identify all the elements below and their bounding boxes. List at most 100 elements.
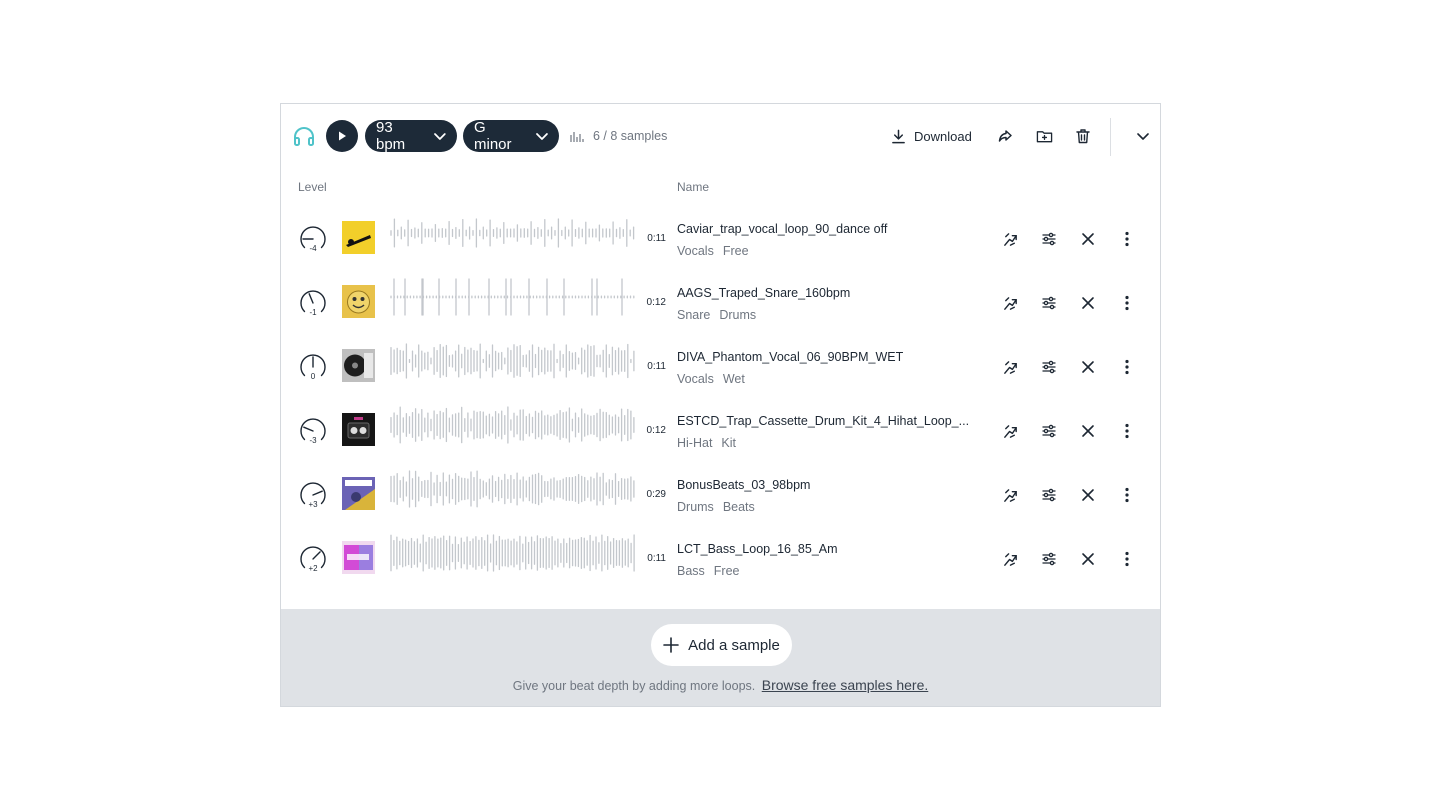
sample-artwork[interactable] — [342, 541, 375, 574]
sample-settings-button[interactable] — [1038, 484, 1060, 506]
sample-tag[interactable]: Snare — [677, 308, 710, 322]
plus-icon — [663, 637, 679, 653]
sample-duration: 0:12 — [646, 425, 666, 436]
add-to-folder-button[interactable] — [1030, 122, 1058, 150]
sample-artwork[interactable] — [342, 413, 375, 446]
sample-stack-panel: 93 bpm G minor 6 / 8 samples Download Le… — [280, 103, 1161, 707]
share-button[interactable] — [991, 122, 1019, 150]
close-icon — [1081, 488, 1095, 502]
play-icon — [339, 131, 346, 141]
sample-tag[interactable]: Free — [714, 564, 740, 578]
sample-artwork[interactable] — [342, 477, 375, 510]
more-options-button[interactable] — [1116, 228, 1138, 250]
find-similar-button[interactable] — [999, 292, 1021, 314]
sample-row[interactable]: 0 0:11 DIVA_Phantom_Vocal_06_90BPM_WET V… — [281, 335, 1160, 399]
find-similar-button[interactable] — [999, 548, 1021, 570]
waveform[interactable] — [389, 277, 639, 317]
key-dropdown[interactable]: G minor — [463, 119, 559, 153]
sample-title[interactable]: ESTCD_Trap_Cassette_Drum_Kit_4_Hihat_Loo… — [677, 414, 979, 428]
more-options-button[interactable] — [1116, 484, 1138, 506]
add-sample-button[interactable]: Add a sample — [651, 624, 792, 666]
find-similar-button[interactable] — [999, 228, 1021, 250]
sample-title[interactable]: DIVA_Phantom_Vocal_06_90BPM_WET — [677, 350, 979, 364]
sliders-icon — [1041, 487, 1057, 503]
close-icon — [1081, 552, 1095, 566]
waveform[interactable] — [389, 533, 639, 573]
sliders-icon — [1041, 295, 1057, 311]
add-sample-label: Add a sample — [688, 636, 780, 654]
sample-tag[interactable]: Vocals — [677, 372, 714, 386]
toolbar: 93 bpm G minor 6 / 8 samples Download — [281, 104, 1160, 168]
similar-samples-icon — [1002, 295, 1019, 312]
key-value: G minor — [474, 119, 512, 153]
remove-sample-button[interactable] — [1077, 292, 1099, 314]
remove-sample-button[interactable] — [1077, 484, 1099, 506]
sample-row[interactable]: +2 0:11 LCT_Bass_Loop_16_85_Am Bass Free — [281, 527, 1160, 591]
sample-title[interactable]: LCT_Bass_Loop_16_85_Am — [677, 542, 979, 556]
more-vertical-icon — [1125, 359, 1129, 375]
trash-icon — [1076, 129, 1090, 144]
more-options-button[interactable] — [1116, 420, 1138, 442]
sample-artwork[interactable] — [342, 221, 375, 254]
waveform[interactable] — [389, 469, 639, 509]
more-options-button[interactable] — [1116, 356, 1138, 378]
more-vertical-icon — [1125, 551, 1129, 567]
remove-sample-button[interactable] — [1077, 356, 1099, 378]
more-options-button[interactable] — [1116, 292, 1138, 314]
sample-tag[interactable]: Drums — [719, 308, 756, 322]
sample-tag[interactable]: Wet — [723, 372, 745, 386]
headphones-icon[interactable] — [291, 122, 317, 150]
toolbar-divider — [1110, 118, 1111, 156]
more-options-button[interactable] — [1116, 548, 1138, 570]
more-vertical-icon — [1125, 487, 1129, 503]
sample-artwork[interactable] — [342, 349, 375, 382]
sample-tag[interactable]: Beats — [723, 500, 755, 514]
download-button[interactable]: Download — [891, 126, 972, 146]
sample-row[interactable]: -1 0:12 AAGS_Traped_Snare_160bpm Snare Dr… — [281, 271, 1160, 335]
bars-icon — [570, 132, 584, 142]
sample-artwork[interactable] — [342, 285, 375, 318]
bpm-dropdown[interactable]: 93 bpm — [365, 119, 457, 153]
level-value: +3 — [308, 500, 318, 509]
remove-sample-button[interactable] — [1077, 548, 1099, 570]
sample-tag[interactable]: Bass — [677, 564, 705, 578]
waveform[interactable] — [389, 405, 639, 445]
collapse-button[interactable] — [1129, 122, 1157, 150]
level-value: +2 — [308, 564, 318, 573]
sample-row[interactable]: -3 0:12 ESTCD_Trap_Cassette_Drum_Kit_4_H… — [281, 399, 1160, 463]
more-vertical-icon — [1125, 231, 1129, 247]
level-value: -1 — [309, 308, 317, 317]
find-similar-button[interactable] — [999, 356, 1021, 378]
remove-sample-button[interactable] — [1077, 420, 1099, 442]
sample-title[interactable]: BonusBeats_03_98bpm — [677, 478, 979, 492]
sample-tag[interactable]: Vocals — [677, 244, 714, 258]
sample-tag[interactable]: Kit — [721, 436, 736, 450]
waveform[interactable] — [389, 213, 639, 253]
sample-tag[interactable]: Hi-Hat — [677, 436, 712, 450]
sample-tags: Snare Drums — [677, 308, 756, 322]
sample-settings-button[interactable] — [1038, 420, 1060, 442]
remove-sample-button[interactable] — [1077, 228, 1099, 250]
browse-samples-link[interactable]: Browse free samples here. — [762, 677, 929, 693]
sample-row[interactable]: +3 0:29 BonusBeats_03_98bpm Drums Beats — [281, 463, 1160, 527]
sample-tags: Bass Free — [677, 564, 740, 578]
sample-row[interactable]: -4 0:11 Caviar_trap_vocal_loop_90_dance … — [281, 207, 1160, 271]
play-button[interactable] — [326, 120, 358, 152]
chevron-down-icon — [1137, 133, 1149, 140]
sample-settings-button[interactable] — [1038, 548, 1060, 570]
sample-tag[interactable]: Free — [723, 244, 749, 258]
find-similar-button[interactable] — [999, 484, 1021, 506]
sample-tag[interactable]: Drums — [677, 500, 714, 514]
sample-settings-button[interactable] — [1038, 292, 1060, 314]
sample-title[interactable]: AAGS_Traped_Snare_160bpm — [677, 286, 979, 300]
sample-title[interactable]: Caviar_trap_vocal_loop_90_dance off — [677, 222, 979, 236]
delete-button[interactable] — [1069, 122, 1097, 150]
column-header-level: Level — [298, 180, 327, 194]
more-vertical-icon — [1125, 295, 1129, 311]
sample-tags: Hi-Hat Kit — [677, 436, 736, 450]
similar-samples-icon — [1002, 551, 1019, 568]
find-similar-button[interactable] — [999, 420, 1021, 442]
sample-settings-button[interactable] — [1038, 228, 1060, 250]
sample-settings-button[interactable] — [1038, 356, 1060, 378]
waveform[interactable] — [389, 341, 639, 381]
